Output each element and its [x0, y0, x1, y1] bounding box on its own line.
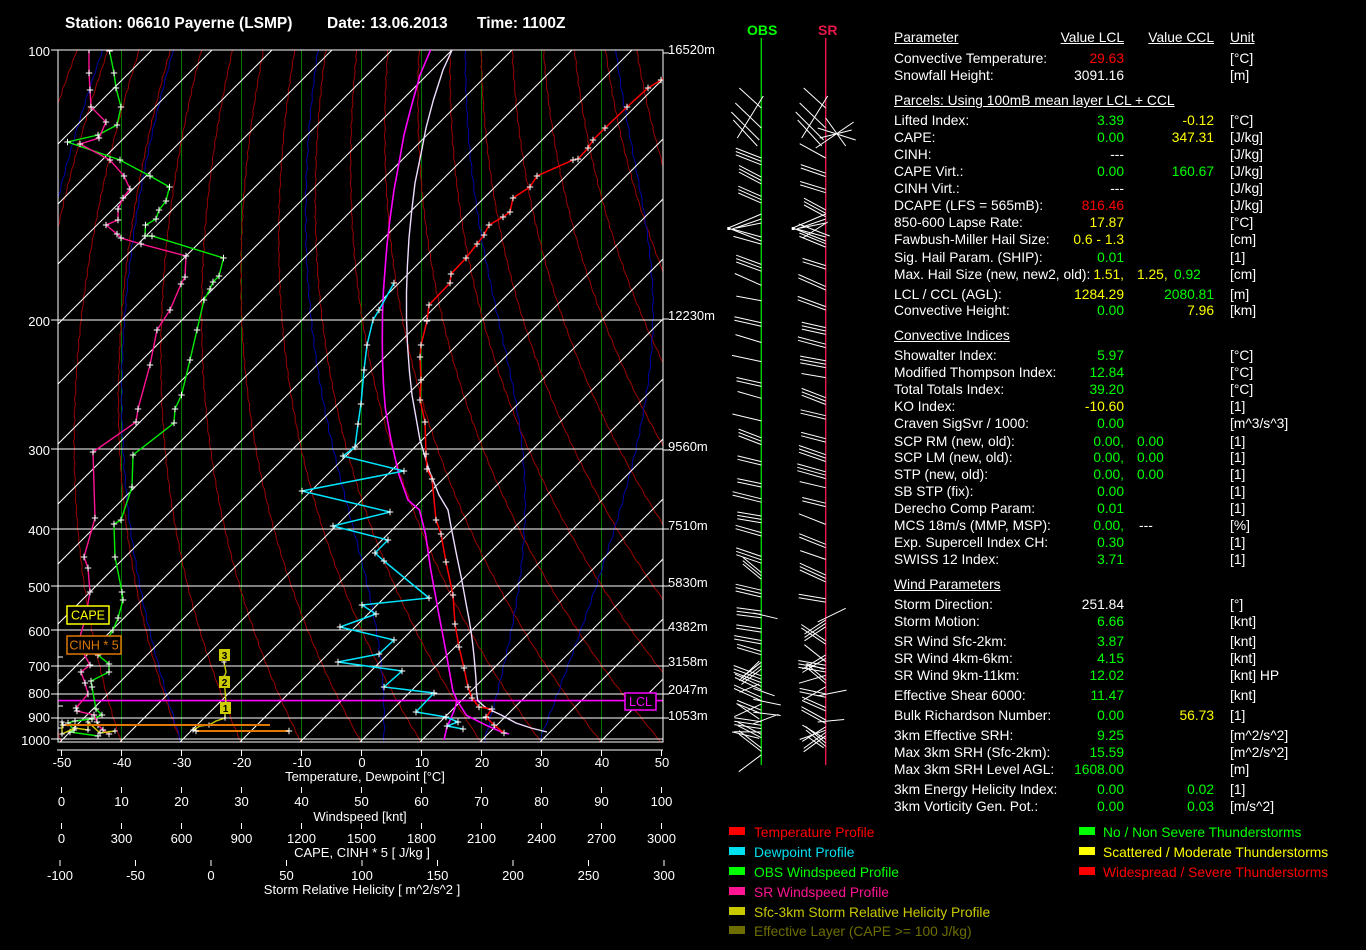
- svg-text:2: 2: [222, 678, 228, 689]
- svg-text:3: 3: [222, 651, 228, 662]
- svg-text:CAPE: CAPE: [71, 609, 105, 623]
- svg-text:CINH * 5: CINH * 5: [69, 639, 118, 653]
- svg-text:1: 1: [223, 704, 229, 715]
- svg-text:LCL: LCL: [629, 695, 652, 709]
